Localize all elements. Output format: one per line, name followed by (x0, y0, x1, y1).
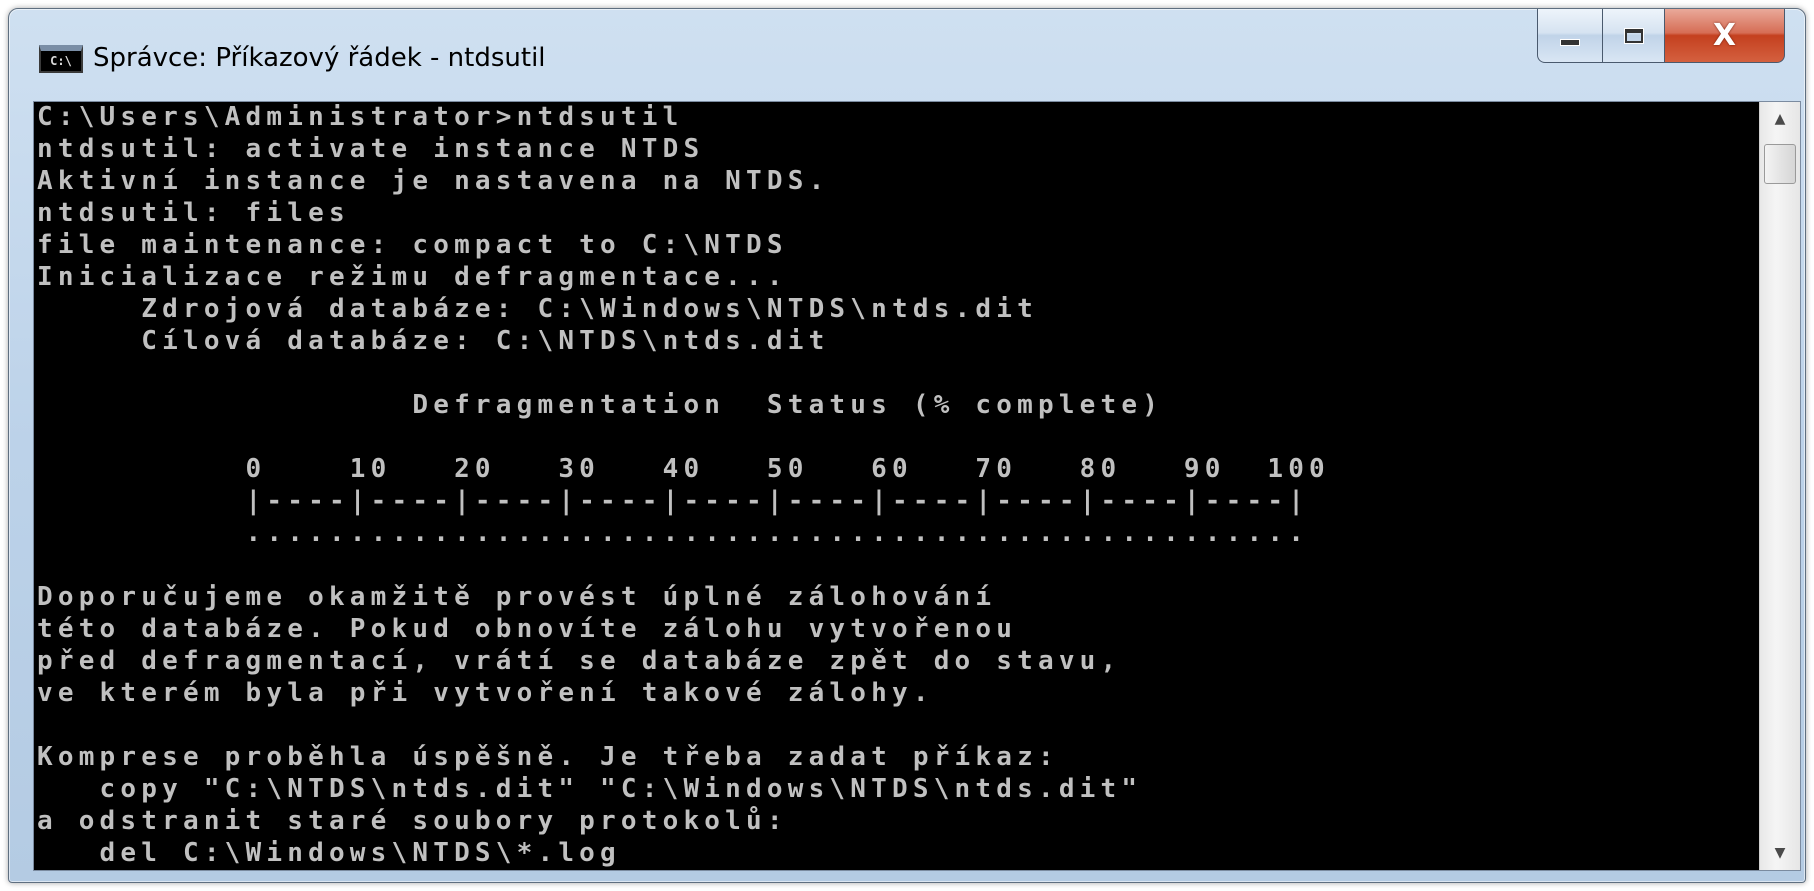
console-line: copy "C:\NTDS\ntds.dit" "C:\Windows\NTDS… (37, 774, 1143, 804)
title-bar[interactable]: C:\ Správce: Příkazový řádek - ntdsutil … (9, 9, 1805, 101)
maximize-icon (1623, 27, 1644, 44)
minimize-icon (1560, 39, 1580, 46)
console-window: C:\ Správce: Příkazový řádek - ntdsutil … (8, 8, 1806, 883)
scroll-up-button[interactable]: ▲ (1760, 102, 1800, 136)
arrow-down-icon: ▼ (1774, 845, 1786, 861)
command-prompt-icon[interactable]: C:\ (39, 45, 83, 73)
console-text: C:\Users\Administrator>ntdsutil ntdsutil:… (37, 102, 1330, 869)
console-client-area[interactable]: C:\Users\Administrator>ntdsutil ntdsutil:… (33, 101, 1801, 871)
console-line: Komprese proběhla úspěšně. Je třeba zada… (37, 742, 1059, 772)
close-icon: X (1712, 17, 1737, 53)
console-line: del C:\Windows\NTDS\*.log (37, 838, 621, 868)
app-icon-label: C:\ (50, 54, 72, 68)
console-line: ve kterém byla při vytvoření takové zálo… (37, 678, 934, 708)
console-line: ........................................… (37, 518, 1310, 548)
window-title: Správce: Příkazový řádek - ntdsutil (93, 43, 546, 73)
arrow-up-icon: ▲ (1774, 111, 1786, 127)
minimize-button[interactable] (1537, 9, 1603, 63)
console-line: Defragmentation Status (% complete) (37, 390, 1164, 420)
console-output[interactable]: C:\Users\Administrator>ntdsutil ntdsutil:… (34, 102, 1761, 870)
console-line: C:\Users\Administrator>ntdsutil (37, 102, 684, 132)
console-line: |----|----|----|----|----|----|----|----… (37, 486, 1310, 516)
console-line: Cílová databáze: C:\NTDS\ntds.dit (37, 326, 830, 356)
console-line: před defragmentací, vrátí se databáze zp… (37, 646, 1122, 676)
console-line: Inicializace režimu defragmentace... (37, 262, 788, 292)
console-line: a odstranit staré soubory protokolů: (37, 806, 788, 836)
maximize-button[interactable] (1603, 9, 1665, 63)
console-line: Doporučujeme okamžitě provést úplné zálo… (37, 582, 997, 612)
window-controls: X (1537, 9, 1785, 63)
console-line: ntdsutil: files (37, 198, 350, 228)
console-line: Zdrojová databáze: C:\Windows\NTDS\ntds.… (37, 294, 1038, 324)
console-line: 0 10 20 30 40 50 60 70 80 90 100 (37, 454, 1330, 484)
console-line: této databáze. Pokud obnovíte zálohu vyt… (37, 614, 1018, 644)
vertical-scrollbar[interactable]: ▲ ▼ (1759, 102, 1800, 870)
console-line: ntdsutil: activate instance NTDS (37, 134, 705, 164)
scroll-down-button[interactable]: ▼ (1760, 836, 1800, 870)
scroll-thumb[interactable] (1764, 144, 1796, 184)
console-line: file maintenance: compact to C:\NTDS (37, 230, 788, 260)
console-line: Aktivní instance je nastavena na NTDS. (37, 166, 830, 196)
close-button[interactable]: X (1665, 9, 1785, 63)
